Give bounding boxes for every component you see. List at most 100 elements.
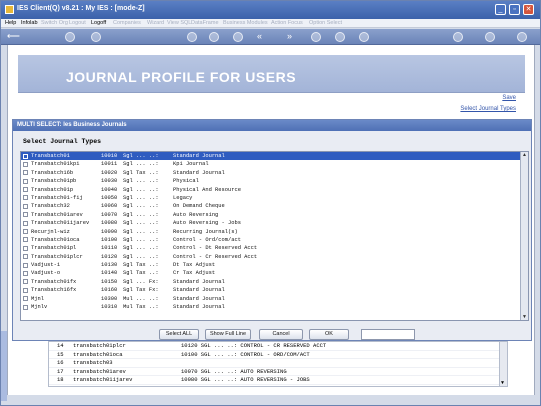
row-code: Vadjust-i bbox=[31, 262, 61, 269]
row-num: 10070 bbox=[101, 211, 118, 218]
help-icon[interactable] bbox=[65, 32, 75, 42]
row-checkbox[interactable] bbox=[23, 245, 28, 251]
row-checkbox[interactable] bbox=[23, 203, 28, 209]
journal-type-row[interactable]: Transbatch01 10010 Sgl ... ..: Standard Jou… bbox=[21, 152, 528, 161]
row-checkbox[interactable] bbox=[23, 304, 28, 310]
menu-option-select[interactable]: Option Select bbox=[309, 20, 342, 26]
journal-type-row[interactable]: Transbatch01pl 10110 Sgl ... ..: Control - … bbox=[21, 244, 528, 252]
menu-bar: Help Infolab Switch Org Logout Logoff Co… bbox=[1, 19, 540, 28]
save-link[interactable]: Save bbox=[502, 95, 516, 101]
journal-type-row[interactable]: Transbatch01ijarev 10080 Sgl ... ..: Auto R… bbox=[21, 219, 528, 227]
print-icon[interactable] bbox=[311, 32, 321, 42]
journal-type-row[interactable]: Transbatch16b 10020 Sgl Tax ..: Standard Jo… bbox=[21, 169, 528, 177]
row-checkbox[interactable] bbox=[23, 170, 28, 176]
app-icon bbox=[5, 5, 14, 14]
journal-type-row[interactable]: Vadjust-i 10130 Sgl Tax ..: Dt Tax Adjust bbox=[21, 261, 528, 269]
ok-button[interactable]: OK bbox=[309, 329, 349, 340]
row-checkbox[interactable] bbox=[23, 195, 28, 201]
back-arrow-icon[interactable]: ⟵ bbox=[7, 31, 20, 42]
list-item[interactable]: 15 transbatch01oca 10100 SGL ... ..: CONTR… bbox=[49, 351, 507, 359]
close-icon[interactable]: ✕ bbox=[523, 4, 534, 15]
row-num: 10060 bbox=[101, 203, 118, 210]
list-scrollbar[interactable]: ▼ bbox=[499, 342, 507, 386]
menu-logout[interactable]: Logout bbox=[69, 20, 86, 26]
scroll-down-icon[interactable]: ▼ bbox=[522, 314, 527, 320]
row-checkbox[interactable] bbox=[23, 229, 28, 235]
menu-help[interactable]: Help bbox=[5, 20, 16, 26]
journal-type-row[interactable]: Mjnl 10300 Mul ... ..: Standard Journal bbox=[21, 295, 528, 303]
menu-view-sql[interactable]: View SQL bbox=[167, 20, 191, 26]
journal-type-row[interactable]: Vadjust-o 10140 Sgl Tax ..: Cr Tax Adjust bbox=[21, 269, 528, 277]
journal-types-listbox[interactable]: Transbatch01 10010 Sgl ... ..: Standard Jou… bbox=[20, 151, 529, 321]
row-checkbox[interactable] bbox=[23, 296, 28, 302]
select-all-button[interactable]: Select ALL bbox=[159, 329, 199, 340]
scroll-down-icon[interactable]: ▼ bbox=[501, 380, 504, 386]
row-checkbox[interactable] bbox=[23, 187, 28, 193]
row-checkbox[interactable] bbox=[23, 279, 28, 285]
row-desc: On Demand Cheque bbox=[173, 203, 225, 210]
cancel-button[interactable]: Cancel bbox=[259, 329, 303, 340]
select-journal-types-link[interactable]: Select Journal Types bbox=[460, 106, 516, 112]
journal-type-row[interactable]: Transbatch32 10060 Sgl ... ..: On Demand Ch… bbox=[21, 202, 528, 210]
journal-type-row[interactable]: Recurjnl-wiz 10090 Sgl ... ..: Recurring Jo… bbox=[21, 228, 528, 236]
row-checkbox[interactable] bbox=[23, 212, 28, 218]
journal-type-row[interactable]: Transbatch01oca 10100 Sgl ... ..: Control -… bbox=[21, 236, 528, 244]
list-item[interactable]: 14 transbatch01plcr 10120 SGL ... ..: CONT… bbox=[49, 342, 507, 351]
menu-logoff[interactable]: Logoff bbox=[91, 20, 106, 26]
list-item[interactable]: 17 transbatch01arev 10070 SGL ... ..: AUTO… bbox=[49, 368, 507, 376]
minimize-icon[interactable]: _ bbox=[495, 4, 506, 15]
menu-dataframe[interactable]: DataFrame bbox=[191, 20, 219, 26]
row-desc: Recurring Journal(s) bbox=[173, 228, 238, 235]
maximize-icon[interactable]: ▫ bbox=[509, 4, 520, 15]
list-item[interactable]: 18 transbatch01ijarev 10080 SGL ... ..: AU… bbox=[49, 376, 507, 385]
journal-type-row[interactable]: Transbatch01p 10040 Sgl ... ..: Physical An… bbox=[21, 186, 528, 194]
row-num: 10010 bbox=[101, 153, 118, 159]
menu-business-modules[interactable]: Business Modules bbox=[223, 20, 268, 26]
row-checkbox[interactable] bbox=[23, 237, 28, 243]
row-desc: Standard Journal bbox=[173, 153, 225, 159]
row-checkbox[interactable] bbox=[23, 262, 28, 268]
add-icon[interactable] bbox=[453, 32, 463, 42]
check-icon[interactable] bbox=[485, 32, 495, 42]
journal-type-row[interactable]: Transbatch01-fij 10050 Sgl ... ..: Legacy bbox=[21, 194, 528, 202]
list-item[interactable]: 16 transbatch03 bbox=[49, 359, 507, 368]
journal-type-row[interactable]: Transbatch01kpi 10011 Sgl ... ..: Kpi Journ… bbox=[21, 160, 528, 168]
menu-switch-org[interactable]: Switch Org bbox=[41, 20, 68, 26]
filter-input[interactable] bbox=[361, 329, 415, 340]
row-checkbox[interactable] bbox=[23, 153, 28, 159]
journal-type-row[interactable]: Transbatch01plcr 10120 Sgl ... ..: Control … bbox=[21, 253, 528, 261]
bookmark-icon[interactable] bbox=[209, 32, 219, 42]
last-icon[interactable]: » bbox=[287, 31, 292, 42]
journal-type-row[interactable]: Transbatch01arev 10070 Sgl ... ..: Auto Rev… bbox=[21, 211, 528, 219]
menu-wizard[interactable]: Wizard bbox=[147, 20, 164, 26]
row-checkbox[interactable] bbox=[23, 220, 28, 226]
row-checkbox[interactable] bbox=[23, 161, 28, 167]
row-checkbox[interactable] bbox=[23, 270, 28, 276]
journal-type-row[interactable]: Transbatch01pb 10030 Sgl ... ..: Physical bbox=[21, 177, 528, 185]
journal-type-row[interactable]: Transbatch01fx 10150 Sgl ... Fx: Standard J… bbox=[21, 278, 528, 286]
search-icon[interactable] bbox=[91, 32, 101, 42]
listbox-scrollbar[interactable]: ▲ ▼ bbox=[520, 152, 528, 320]
row-checkbox[interactable] bbox=[23, 287, 28, 293]
first-icon[interactable]: « bbox=[257, 31, 262, 42]
row-desc: Cr Tax Adjust bbox=[173, 270, 216, 277]
journal-type-row[interactable]: Mjnlv 10310 Mul Tax ..: Standard Journal bbox=[21, 303, 528, 311]
heart-icon[interactable] bbox=[187, 32, 197, 42]
menu-companies[interactable]: Companies bbox=[113, 20, 141, 26]
row-checkbox[interactable] bbox=[23, 254, 28, 260]
row-flags: Sgl ... Fx: bbox=[123, 278, 159, 285]
row-desc: Control - Dt Reserved Acct bbox=[173, 245, 258, 252]
close-circle-icon[interactable] bbox=[517, 32, 527, 42]
menu-infolab[interactable]: Infolab bbox=[21, 20, 38, 26]
scroll-up-icon[interactable]: ▲ bbox=[522, 152, 527, 158]
settings-icon[interactable] bbox=[359, 32, 369, 42]
row-checkbox[interactable] bbox=[23, 178, 28, 184]
menu-action-focus[interactable]: Action Focus bbox=[271, 20, 303, 26]
share-icon[interactable] bbox=[233, 32, 243, 42]
journal-type-row[interactable]: Transbatch16fx 10160 Sgl Tax Fx: Standard J… bbox=[21, 286, 528, 294]
mail-icon[interactable] bbox=[335, 32, 345, 42]
row-flags: Sgl ... ..: bbox=[123, 203, 159, 210]
show-full-line-button[interactable]: Show Full Line bbox=[205, 329, 251, 340]
row-flags: Sgl ... ..: bbox=[123, 228, 159, 235]
title-bar: IES Client(Q) v8.21 : My IES : [mode-Z] … bbox=[1, 1, 540, 19]
